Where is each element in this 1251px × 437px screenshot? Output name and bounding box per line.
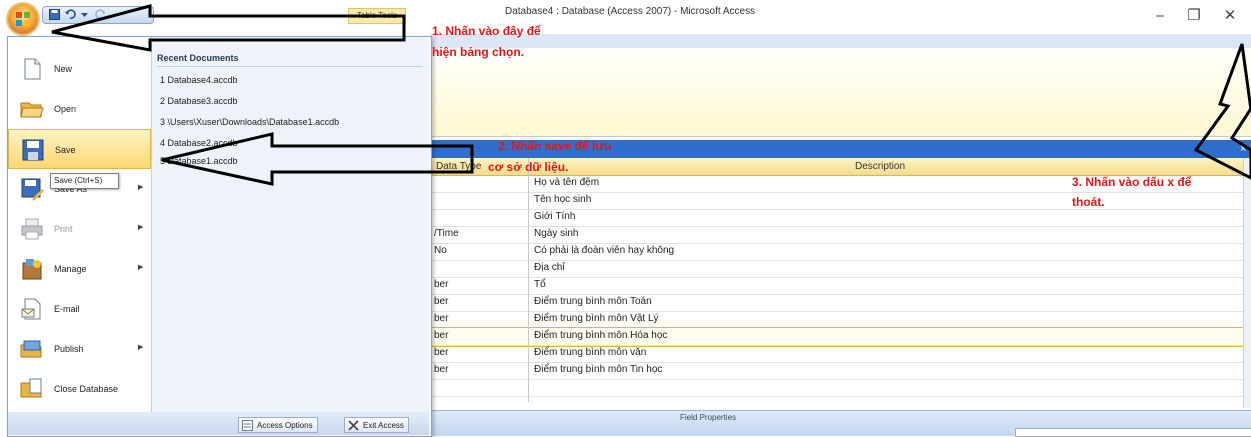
annotation-step3-line2: thoát. xyxy=(1072,195,1105,209)
annotation-step1-line1: 1. Nhấn vào đây để xyxy=(432,24,541,38)
annotation-step2-line1: 2. Nhấn save để lưu xyxy=(498,139,612,153)
annotation-step3-line1: 3. Nhấn vào dấu x để xyxy=(1072,175,1192,189)
annotation-arrows xyxy=(51,4,1251,186)
arrow-step2 xyxy=(161,132,474,186)
annotation-step1-line2: hiện bảng chọn. xyxy=(432,45,524,59)
arrow-step1 xyxy=(51,4,406,52)
annotation-step2-line2: cơ sở dữ liệu. xyxy=(488,160,569,174)
arrow-step3 xyxy=(1193,43,1251,180)
